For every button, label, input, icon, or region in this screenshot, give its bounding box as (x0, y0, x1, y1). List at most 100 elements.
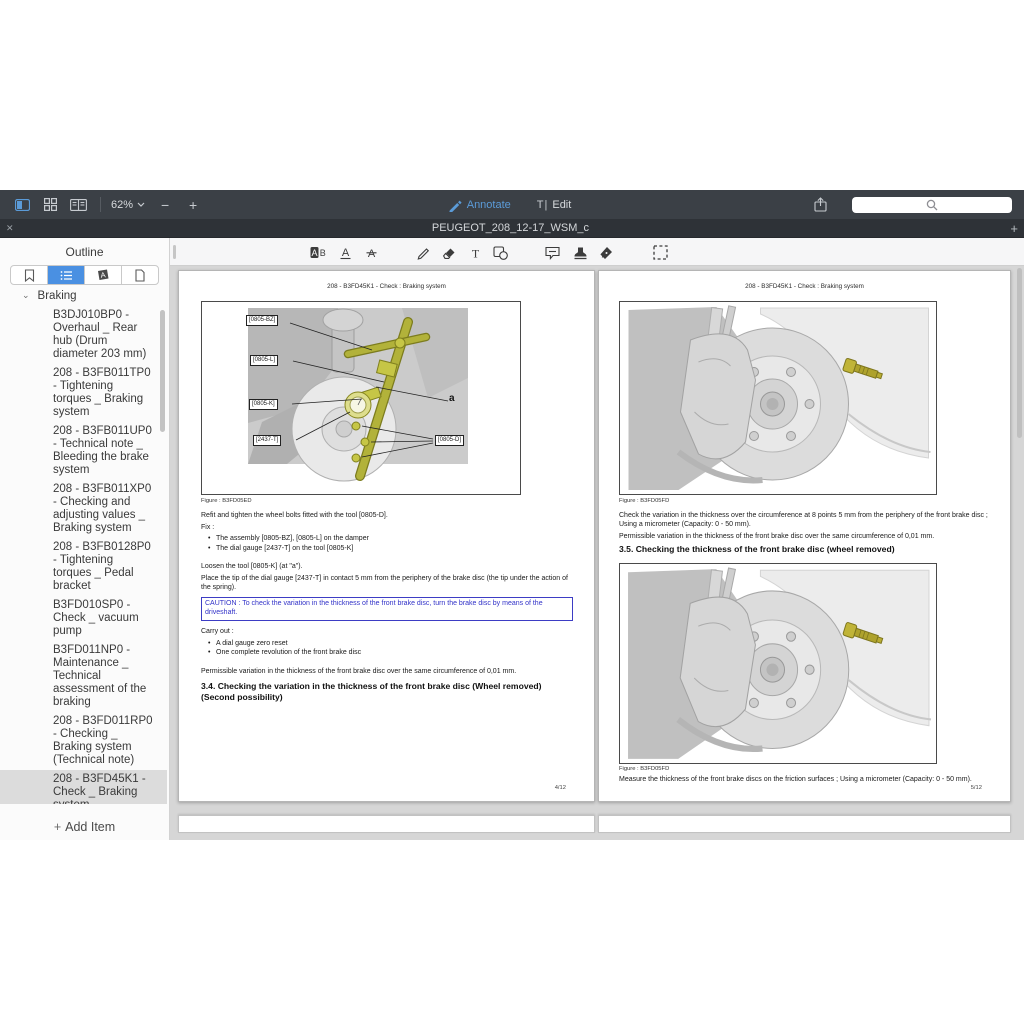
figure-label-0805-K: [0805-K] (249, 399, 278, 410)
pdf-page-left: 208 - B3FD45K1 - Check : Braking system (178, 270, 595, 802)
scrollbar-thumb[interactable] (1017, 268, 1022, 438)
bullet-item: A dial gauge zero reset (216, 639, 573, 648)
page-number: 4/12 (555, 785, 566, 791)
annotate-mode-button[interactable]: Annotate (448, 198, 511, 212)
figure-caption: Figure : B3FD05FD (619, 766, 669, 772)
strikethrough-tool[interactable]: A (362, 244, 380, 261)
outline-list-icon (60, 270, 73, 281)
tab-annotations[interactable]: A (85, 266, 122, 284)
zoom-out-button[interactable]: − (155, 195, 175, 215)
two-page-view-button[interactable] (68, 195, 88, 215)
outline-root-braking[interactable]: ⌄ Braking (0, 288, 169, 306)
paragraph: Permissible variation in the thickness o… (619, 532, 993, 541)
page-icon (135, 269, 145, 282)
brake-disc-figure-image (620, 564, 936, 763)
figure-label-0805-D: [0805-D] (435, 435, 464, 446)
outline-item[interactable]: 208 - B3FB0128P0 - Tightening torques _ … (0, 538, 167, 596)
paragraph: Loosen the tool [0805-K] (at "a"). (201, 562, 573, 571)
toolbar-drag-handle[interactable] (173, 245, 176, 259)
outline-item[interactable]: B3FD010SP0 - Check _ vacuum pump (0, 596, 167, 641)
tab-bar: ✕ PEUGEOT_208_12-17_WSM_c + (0, 219, 1024, 238)
sidebar: Outline A ⌄ Braking (0, 238, 170, 840)
pencil-tool[interactable] (414, 244, 432, 261)
outline-item-selected[interactable]: 208 - B3FD45K1 - Check _ Braking system (0, 770, 167, 804)
underline-tool[interactable]: A (336, 244, 354, 261)
shapes-tool[interactable] (492, 244, 510, 261)
page-header: 208 - B3FD45K1 - Check : Braking system (179, 283, 594, 290)
search-input[interactable] (852, 197, 1012, 213)
edit-mode-button[interactable]: T| Edit (537, 199, 572, 211)
new-tab-button[interactable]: + (1010, 222, 1018, 235)
document-tab[interactable]: PEUGEOT_208_12-17_WSM_c (432, 222, 589, 234)
annotate-label: Annotate (467, 199, 511, 211)
page-left-body: Refit and tighten the wheel bolts fitted… (201, 511, 573, 703)
search-icon (926, 199, 938, 211)
tab-pages[interactable] (122, 266, 158, 284)
tab-outline[interactable] (48, 266, 85, 284)
figure-label-2437-T: [2437-T] (253, 435, 281, 446)
toolbar-separator (100, 197, 101, 212)
page-header: 208 - B3FD45K1 - Check : Braking system (599, 283, 1010, 290)
sidebar-toggle-button[interactable] (12, 195, 32, 215)
two-page-view-icon (70, 199, 87, 211)
outline-item[interactable]: 208 - B3FB011TP0 - Tightening torques _ … (0, 364, 167, 422)
outline-item[interactable]: B3FD011NP0 - Maintenance _ Technical ass… (0, 641, 167, 712)
paragraph: Place the tip of the dial gauge [2437-T]… (201, 574, 573, 592)
page-number: 5/12 (971, 785, 982, 791)
share-icon (814, 197, 827, 212)
svg-text:A: A (341, 247, 349, 259)
outline-item[interactable]: 208 - B3FD011RP0 - Checking _ Braking sy… (0, 712, 167, 770)
plus-icon: + (54, 820, 61, 834)
eraser-tool[interactable] (440, 244, 458, 261)
highlight-text-tool[interactable]: AB (309, 244, 327, 261)
bullet-item: One complete revolution of the front bra… (216, 648, 573, 657)
zoom-in-button[interactable]: + (183, 195, 203, 215)
tab-close-button[interactable]: ✕ (6, 224, 14, 233)
add-item-label: Add Item (65, 820, 115, 834)
stamp-tool[interactable] (571, 244, 589, 261)
document-scrollbar[interactable] (1016, 268, 1023, 836)
sidebar-scrollbar[interactable] (160, 310, 165, 432)
share-button[interactable] (810, 195, 830, 215)
zoom-level-value: 62% (111, 199, 133, 211)
tab-bookmarks[interactable] (11, 266, 48, 284)
figure-dial-gauge-setup: [0805-BZ] [0805-L] [0805-K] [2437-T] [08… (201, 301, 521, 495)
annotate-pen-icon (448, 198, 462, 212)
plus-icon: + (189, 198, 197, 212)
toolbar-right-group (810, 195, 1012, 215)
sidebar-title: Outline (0, 238, 169, 259)
paragraph: Fix : (201, 523, 573, 532)
zoom-level-control[interactable]: 62% (111, 199, 145, 211)
outline-item[interactable]: B3DJ010BP0 - Overhaul _ Rear hub (Drum d… (0, 306, 167, 364)
svg-text:A: A (367, 248, 375, 260)
comment-tool[interactable] (544, 244, 562, 261)
figure-caption: Figure : B3FD05FD (619, 498, 669, 504)
text-tool[interactable]: T (466, 244, 484, 261)
select-marquee-tool[interactable] (651, 244, 669, 261)
edit-label: Edit (552, 199, 571, 211)
paragraph: Permissible variation in the thickness o… (201, 667, 573, 676)
figure-brake-disc-1 (619, 301, 937, 495)
pen-tool[interactable] (597, 244, 615, 261)
paragraph: Check the variation in the thickness ove… (619, 511, 993, 529)
dial-gauge-figure-image (202, 302, 520, 494)
paragraph: Measure the thickness of the front brake… (619, 775, 993, 784)
svg-text:A: A (311, 248, 317, 258)
edit-text-icon: T| (537, 199, 549, 211)
chevron-down-icon (137, 202, 145, 207)
main-toolbar: 62% − + Annotate T| Edit (0, 190, 1024, 219)
minus-icon: − (161, 198, 169, 212)
app-window: 62% − + Annotate T| Edit ✕ PEUGEO (0, 190, 1024, 840)
thumbnail-grid-button[interactable] (40, 195, 60, 215)
outline-item[interactable]: 208 - B3FB011XP0 - Checking and adjustin… (0, 480, 167, 538)
grid-icon (44, 198, 57, 211)
figure-brake-disc-2 (619, 563, 937, 764)
outline-tree: ⌄ Braking B3DJ010BP0 - Overhaul _ Rear h… (0, 288, 169, 804)
mode-switcher: Annotate T| Edit (448, 190, 572, 219)
chevron-down-icon: ⌄ (22, 290, 30, 301)
next-page-right-edge (598, 815, 1011, 833)
outline-item[interactable]: 208 - B3FB011UP0 - Technical note _ Blee… (0, 422, 167, 480)
bookmark-icon (24, 269, 35, 282)
add-item-button[interactable]: + Add Item (0, 820, 169, 834)
annotation-toolbar: AB A A T (170, 238, 1024, 266)
